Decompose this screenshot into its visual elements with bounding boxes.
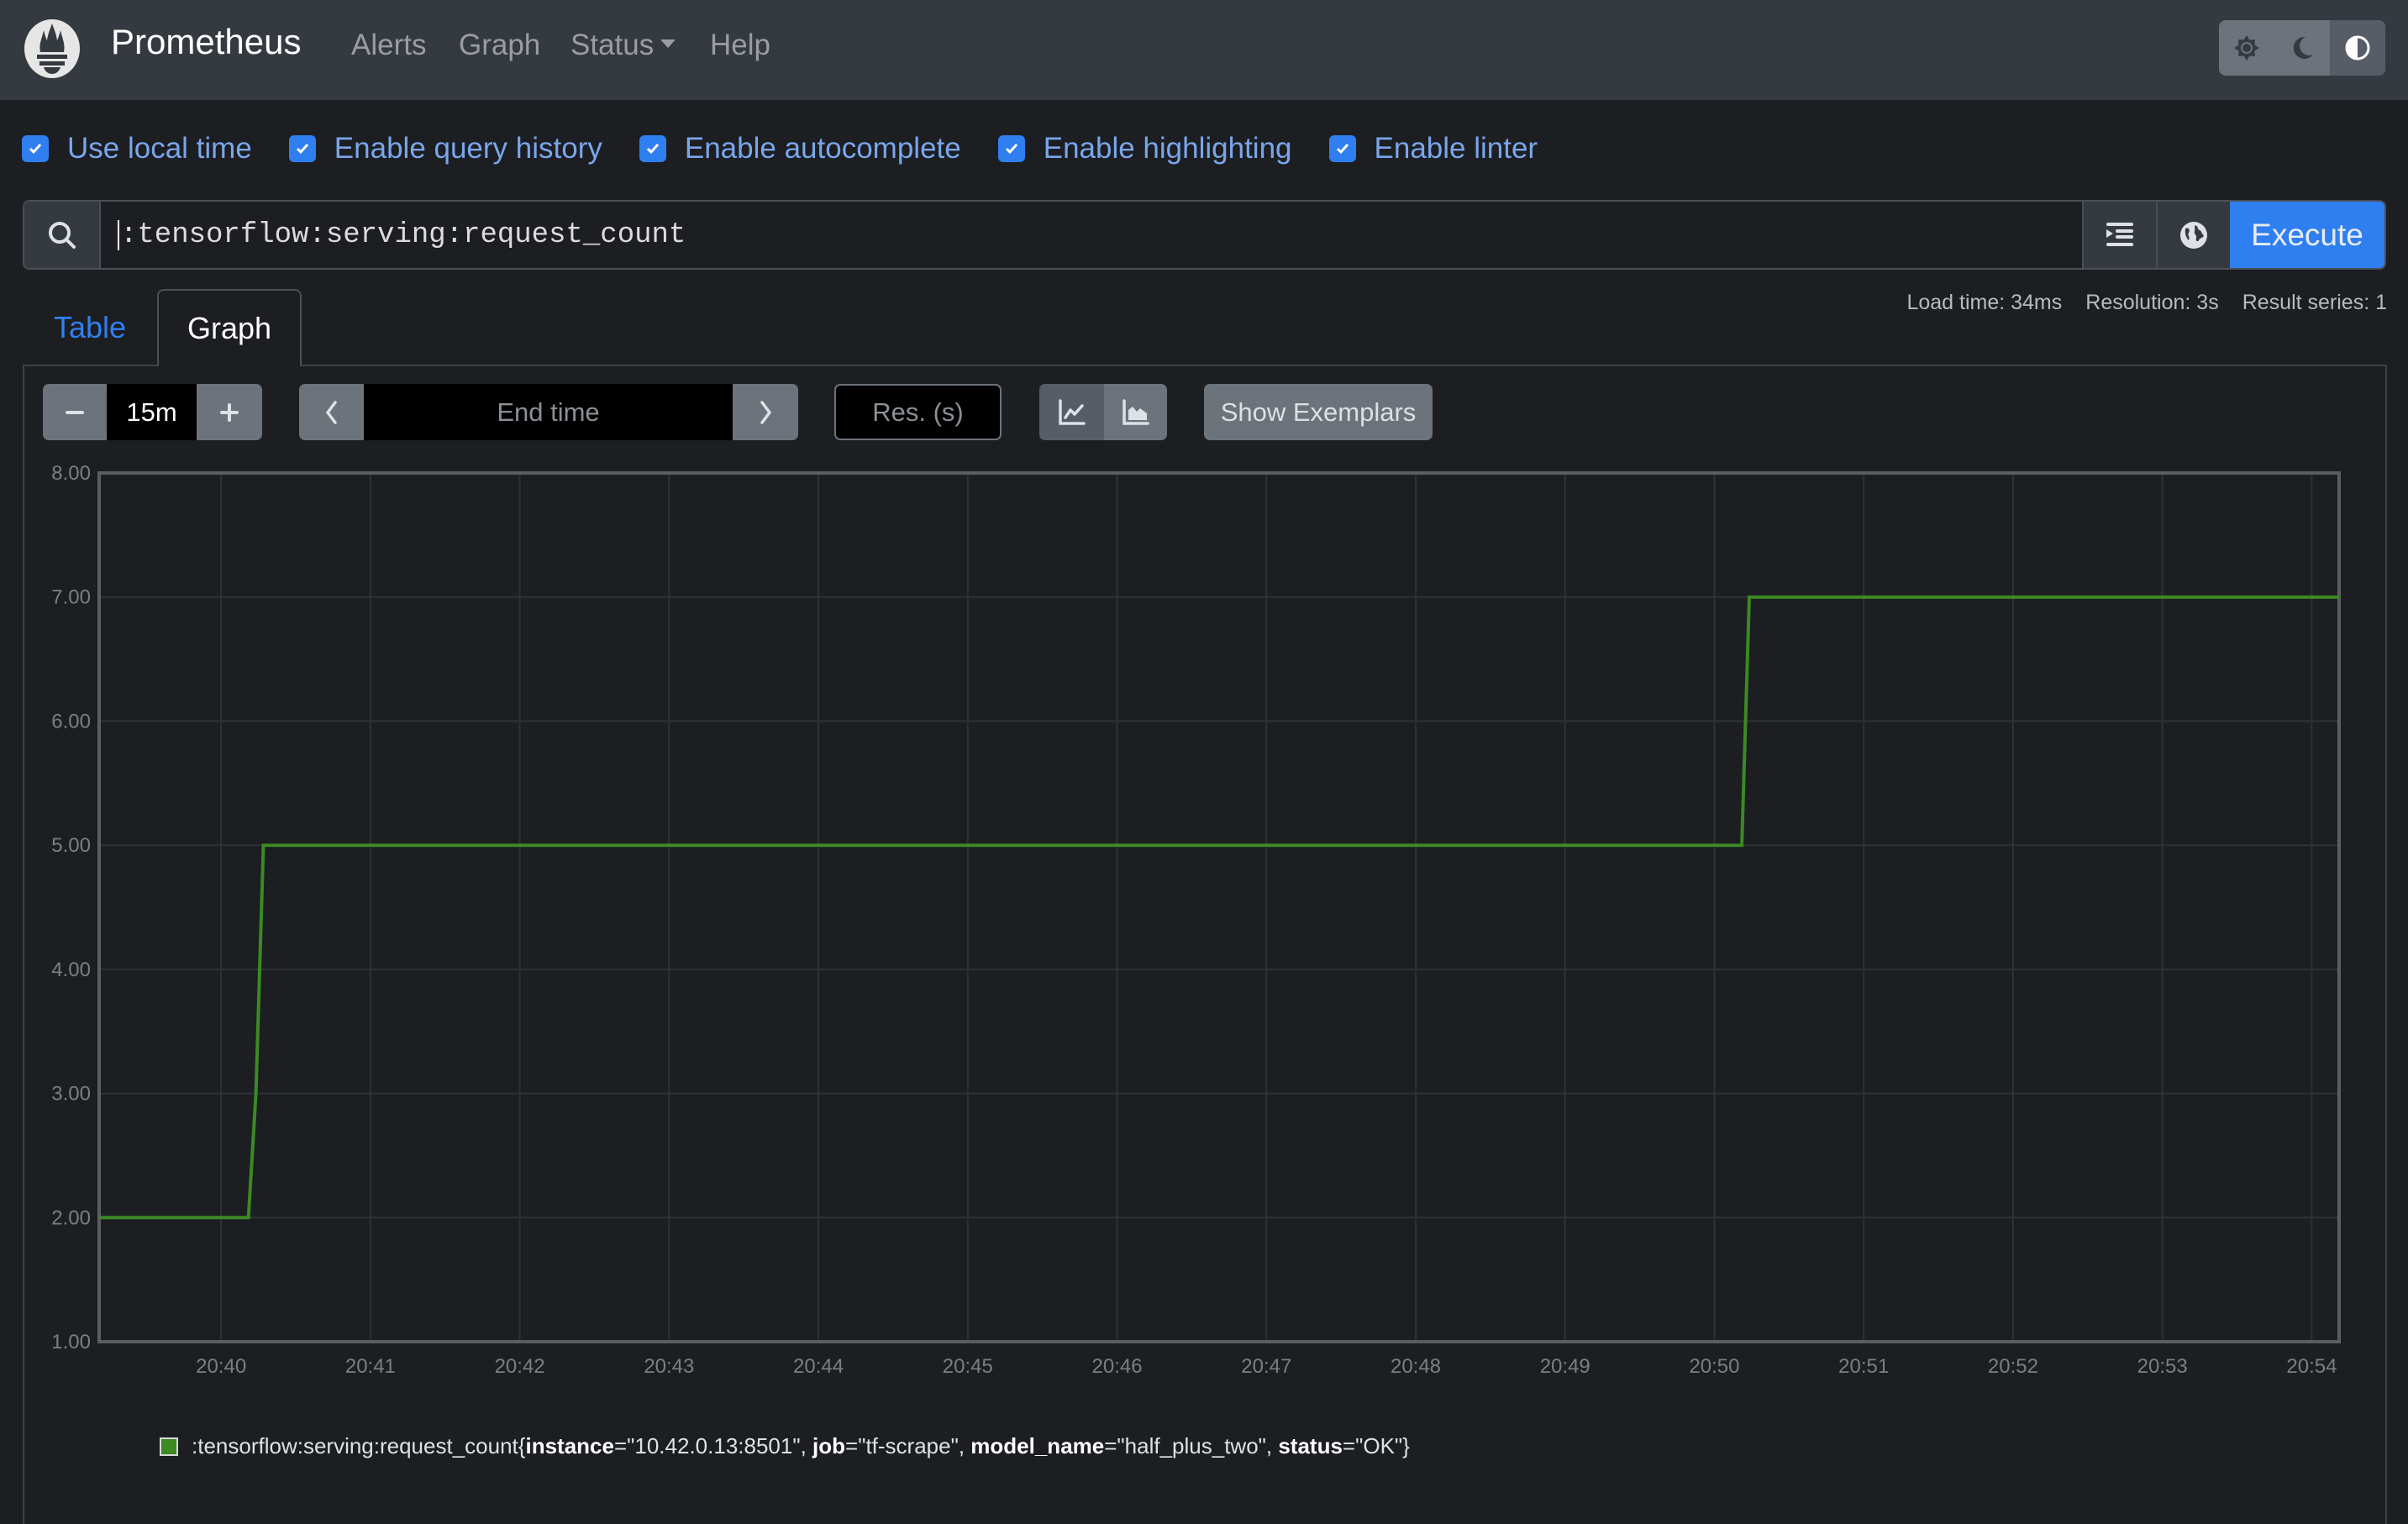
chart-mode-toggle [1039,384,1167,440]
resolution: Resolution: 3s [2085,291,2219,314]
light-theme-button[interactable] [2219,20,2274,76]
metrics-explorer-button[interactable] [2156,202,2230,268]
plus-icon [220,402,239,422]
nav-link-graph[interactable]: Graph [459,29,540,62]
check-icon [1336,144,1349,155]
option-enable-linter[interactable]: Enable linter [1328,132,1538,166]
search-icon [48,221,76,249]
minus-icon [66,410,84,414]
check-icon [296,144,308,155]
nav-link-help[interactable]: Help [710,29,770,62]
line-chart-button[interactable] [1039,384,1104,440]
format-expression-button[interactable] [2082,202,2156,268]
chevron-left-icon [325,400,337,424]
graph-panel [23,365,2387,1524]
expression-input[interactable]: :tensorflow:serving:request_count [101,202,2082,268]
dark-theme-button[interactable] [2274,20,2330,76]
increase-range-button[interactable] [197,384,262,440]
legend-label-value: "OK" [1355,1433,1403,1458]
theme-switcher [2219,20,2385,76]
legend-eq: = [1104,1433,1117,1458]
globe-icon [2180,221,2207,249]
query-stats: Load time: 34ms Resolution: 3s Result se… [1906,291,2387,315]
resolution-input[interactable]: Res. (s) [834,384,1002,440]
option-label: Enable query history [334,132,602,165]
execute-button[interactable]: Execute [2230,202,2384,268]
legend-eq: = [845,1433,859,1458]
legend-sep: , [1265,1433,1279,1458]
indent-icon [2106,222,2133,246]
range-control: 15m [43,384,262,440]
legend-sep: , [800,1433,813,1458]
caret-down-icon [660,39,676,48]
option-enable-query-history[interactable]: Enable query history [288,132,602,166]
checkbox-enable-linter[interactable] [1328,135,1356,162]
moon-icon [2293,36,2313,59]
stacked-chart-button[interactable] [1104,384,1167,440]
legend-eq: = [613,1433,628,1458]
check-icon [646,144,659,155]
legend-brace-close: } [1402,1433,1410,1458]
option-use-local-time[interactable]: Use local time [22,132,252,166]
option-label: Enable linter [1374,132,1538,165]
nav-link-status[interactable]: Status [570,29,676,62]
legend-sep: , [958,1433,971,1458]
legend-label-value: "tf-scrape" [858,1433,959,1458]
query-options: Use local time Enable query history Enab… [22,129,1575,168]
legend-metric-name: :tensorflow:serving:request_count [192,1433,518,1458]
show-exemplars-button[interactable]: Show Exemplars [1204,384,1433,440]
query-bar: :tensorflow:serving:request_count Execut… [23,200,2386,270]
contrast-icon [2345,35,2370,60]
legend-swatch [160,1437,178,1456]
checkbox-enable-query-history[interactable] [288,135,316,162]
prometheus-logo-icon[interactable] [24,18,81,79]
text-cursor [118,219,119,250]
checkbox-use-local-time[interactable] [22,135,49,162]
legend-label-value: "half_plus_two" [1117,1433,1266,1458]
result-series: Result series: 1 [2242,291,2387,314]
legend-label-value: "10.42.0.13:8501" [627,1433,801,1458]
search-addon [24,202,101,268]
tab-table[interactable]: Table [54,310,126,345]
end-time-control: End time [299,384,798,440]
legend-label-key: instance [525,1433,614,1458]
range-input[interactable]: 15m [107,384,197,440]
check-icon [1005,144,1017,155]
option-enable-autocomplete[interactable]: Enable autocomplete [639,132,961,166]
sun-icon [2234,35,2259,60]
option-label: Enable highlighting [1043,132,1292,165]
option-enable-highlighting[interactable]: Enable highlighting [997,132,1292,166]
legend-label-key: model_name [970,1433,1105,1458]
chevron-right-icon [760,400,772,424]
next-time-button[interactable] [733,384,798,440]
legend-label-key: status [1278,1433,1343,1458]
option-label: Use local time [67,132,252,165]
series-legend[interactable]: :tensorflow:serving:request_count { inst… [160,1433,1410,1459]
decrease-range-button[interactable] [43,384,107,440]
line-chart-icon [1058,398,1086,425]
expression-text: :tensorflow:serving:request_count [120,218,686,251]
nav-link-alerts[interactable]: Alerts [351,29,426,62]
option-label: Enable autocomplete [684,132,961,165]
previous-time-button[interactable] [299,384,364,440]
load-time: Load time: 34ms [1906,291,2063,314]
navbar: Prometheus Alerts Graph Status Help [0,0,2408,100]
area-chart-icon [1122,398,1149,425]
nav-link-status-label: Status [570,29,655,61]
auto-theme-button[interactable] [2330,20,2385,76]
tab-graph[interactable]: Graph [157,289,302,366]
legend-eq: = [1342,1433,1356,1458]
check-icon [29,144,42,155]
legend-brace-open: { [518,1433,526,1458]
legend-label-key: job [812,1433,846,1458]
checkbox-enable-highlighting[interactable] [997,135,1025,162]
checkbox-enable-autocomplete[interactable] [639,135,666,162]
end-time-input[interactable]: End time [364,384,733,440]
brand-title[interactable]: Prometheus [111,22,301,62]
